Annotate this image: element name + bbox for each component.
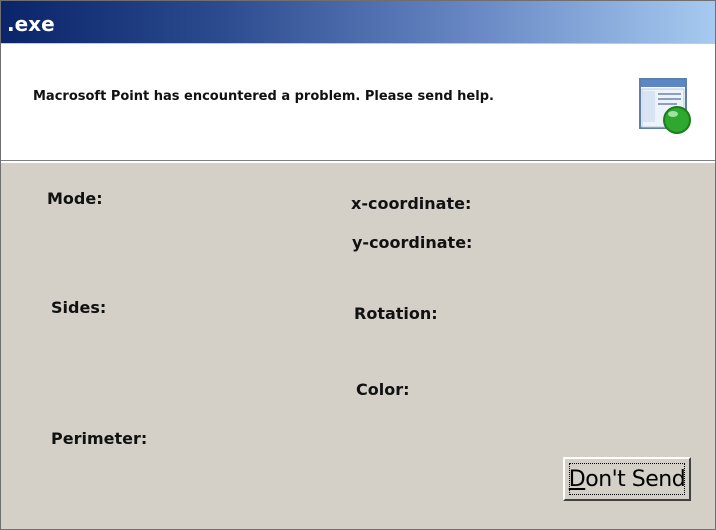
sides-label: Sides: [51, 298, 107, 317]
rotation-label: Rotation: [354, 304, 438, 323]
dont-send-label: Don't Send [568, 466, 686, 492]
x-coordinate-label: x-coordinate: [351, 194, 472, 213]
error-dialog-window: .exe Macrosoft Point has encountered a p… [0, 0, 716, 530]
perimeter-label: Perimeter: [51, 429, 148, 448]
error-message: Macrosoft Point has encountered a proble… [33, 89, 494, 104]
application-window-icon [639, 77, 691, 137]
dialog-header: Macrosoft Point has encountered a proble… [1, 43, 715, 161]
color-label: Color: [356, 380, 410, 399]
y-coordinate-label: y-coordinate: [352, 233, 473, 252]
window-title: .exe [7, 12, 55, 36]
title-bar[interactable]: .exe [1, 1, 715, 43]
mode-label: Mode: [47, 189, 103, 208]
header-divider-shadow [1, 161, 715, 163]
dont-send-button[interactable]: Don't Send [563, 457, 691, 501]
